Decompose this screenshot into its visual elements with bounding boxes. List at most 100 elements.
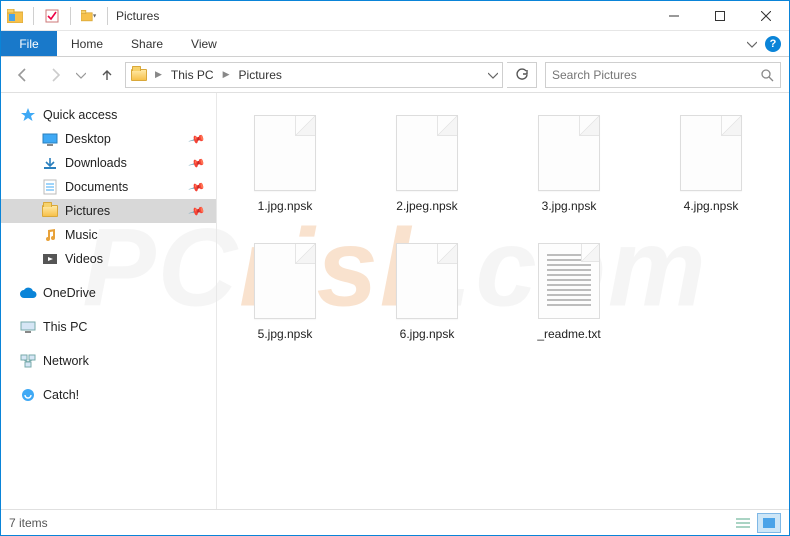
- file-item[interactable]: 1.jpg.npsk: [237, 115, 333, 213]
- sidebar-item-label: Videos: [65, 252, 103, 266]
- sidebar-item-label: Catch!: [43, 388, 79, 402]
- tab-home[interactable]: Home: [57, 31, 117, 56]
- ribbon-expand-icon[interactable]: [747, 39, 757, 49]
- sidebar-item-label: Documents: [65, 180, 128, 194]
- pin-icon: 📌: [188, 202, 206, 220]
- sidebar-item-music[interactable]: Music: [1, 223, 216, 247]
- large-icons-view-button[interactable]: [757, 513, 781, 533]
- desktop-icon: [41, 131, 59, 147]
- pin-icon: 📌: [188, 178, 206, 196]
- window-title: Pictures: [112, 9, 159, 23]
- sidebar-item-label: This PC: [43, 320, 87, 334]
- sidebar-item-label: OneDrive: [43, 286, 96, 300]
- navigation-pane: Quick access Desktop📌Downloads📌Documents…: [1, 93, 217, 509]
- minimize-button[interactable]: [651, 1, 697, 30]
- blank-file-icon: [254, 243, 316, 319]
- sidebar-item-label: Network: [43, 354, 89, 368]
- blank-file-icon: [396, 115, 458, 191]
- tab-share[interactable]: Share: [117, 31, 177, 56]
- sidebar-item-downloads[interactable]: Downloads 📌: [1, 151, 216, 175]
- sidebar-item-this pc[interactable]: This PC: [1, 315, 216, 339]
- star-icon: [19, 107, 37, 123]
- onedrive-icon: [19, 285, 37, 301]
- sidebar-item-pictures[interactable]: Pictures 📌: [1, 199, 216, 223]
- window-controls: [651, 1, 789, 30]
- file-name: 6.jpg.npsk: [400, 327, 455, 341]
- sidebar-item-catch![interactable]: Catch!: [1, 383, 216, 407]
- sidebar-item-label: Downloads: [65, 156, 127, 170]
- separator: [33, 7, 34, 25]
- thispc-icon: [19, 319, 37, 335]
- breadcrumb-thispc[interactable]: This PC: [169, 68, 216, 82]
- pictures-folder-icon: [130, 67, 148, 83]
- sidebar-item-videos[interactable]: Videos: [1, 247, 216, 271]
- navbar: ▶ This PC ▶ Pictures: [1, 57, 789, 93]
- separator: [107, 7, 108, 25]
- file-name: 5.jpg.npsk: [258, 327, 313, 341]
- details-view-button[interactable]: [731, 513, 755, 533]
- address-bar[interactable]: ▶ This PC ▶ Pictures: [125, 62, 503, 88]
- pin-icon: 📌: [188, 130, 206, 148]
- chevron-right-icon[interactable]: ▶: [220, 69, 233, 80]
- videos-icon: [41, 251, 59, 267]
- file-item[interactable]: _readme.txt: [521, 243, 617, 341]
- maximize-button[interactable]: [697, 1, 743, 30]
- blank-file-icon: [254, 115, 316, 191]
- sidebar-item-documents[interactable]: Documents 📌: [1, 175, 216, 199]
- blank-file-icon: [396, 243, 458, 319]
- file-item[interactable]: 6.jpg.npsk: [379, 243, 475, 341]
- back-button[interactable]: [9, 61, 37, 89]
- body: PCrisk.com Quick access Desktop📌Download…: [1, 93, 789, 509]
- chevron-right-icon[interactable]: ▶: [152, 69, 165, 80]
- help-icon[interactable]: ?: [765, 36, 781, 52]
- sidebar-label: Quick access: [43, 108, 117, 122]
- explorer-icon: [7, 8, 23, 24]
- file-name: _readme.txt: [537, 327, 600, 341]
- sidebar-item-onedrive[interactable]: OneDrive: [1, 281, 216, 305]
- breadcrumb-pictures[interactable]: Pictures: [237, 68, 284, 82]
- blank-file-icon: [680, 115, 742, 191]
- recent-locations-button[interactable]: [73, 61, 89, 89]
- file-grid: 1.jpg.npsk 2.jpeg.npsk 3.jpg.npsk 4.jpg.nps…: [237, 115, 769, 341]
- status-bar: 7 items: [1, 509, 789, 535]
- address-dropdown-icon[interactable]: [488, 70, 498, 80]
- documents-icon: [41, 179, 59, 195]
- network-icon: [19, 353, 37, 369]
- music-icon: [41, 227, 59, 243]
- tab-view[interactable]: View: [177, 31, 231, 56]
- file-tab[interactable]: File: [1, 31, 57, 56]
- folder-dropdown-icon[interactable]: [81, 8, 97, 24]
- sidebar-item-desktop[interactable]: Desktop 📌: [1, 127, 216, 151]
- up-button[interactable]: [93, 61, 121, 89]
- refresh-button[interactable]: [507, 62, 537, 88]
- file-name: 4.jpg.npsk: [684, 199, 739, 213]
- file-view[interactable]: 1.jpg.npsk 2.jpeg.npsk 3.jpg.npsk 4.jpg.nps…: [217, 93, 789, 509]
- quick-access-toolbar: [1, 7, 112, 25]
- file-name: 2.jpeg.npsk: [396, 199, 457, 213]
- search-input[interactable]: [552, 68, 760, 82]
- text-file-icon: [538, 243, 600, 319]
- sidebar-item-label: Pictures: [65, 204, 110, 218]
- close-button[interactable]: [743, 1, 789, 30]
- search-box[interactable]: [545, 62, 781, 88]
- downloads-icon: [41, 155, 59, 171]
- file-item[interactable]: 3.jpg.npsk: [521, 115, 617, 213]
- file-name: 3.jpg.npsk: [542, 199, 597, 213]
- file-item[interactable]: 2.jpeg.npsk: [379, 115, 475, 213]
- catch-icon: [19, 387, 37, 403]
- sidebar-item-network[interactable]: Network: [1, 349, 216, 373]
- ribbon: File Home Share View ?: [1, 31, 789, 57]
- sidebar-item-label: Desktop: [65, 132, 111, 146]
- sidebar-item-label: Music: [65, 228, 98, 242]
- properties-icon[interactable]: [44, 8, 60, 24]
- separator: [70, 7, 71, 25]
- file-item[interactable]: 5.jpg.npsk: [237, 243, 333, 341]
- forward-button[interactable]: [41, 61, 69, 89]
- file-item[interactable]: 4.jpg.npsk: [663, 115, 759, 213]
- pin-icon: 📌: [188, 154, 206, 172]
- search-icon[interactable]: [760, 68, 774, 82]
- status-item-count: 7 items: [9, 516, 48, 530]
- sidebar-quick-access[interactable]: Quick access: [1, 103, 216, 127]
- pictures-icon: [41, 203, 59, 219]
- blank-file-icon: [538, 115, 600, 191]
